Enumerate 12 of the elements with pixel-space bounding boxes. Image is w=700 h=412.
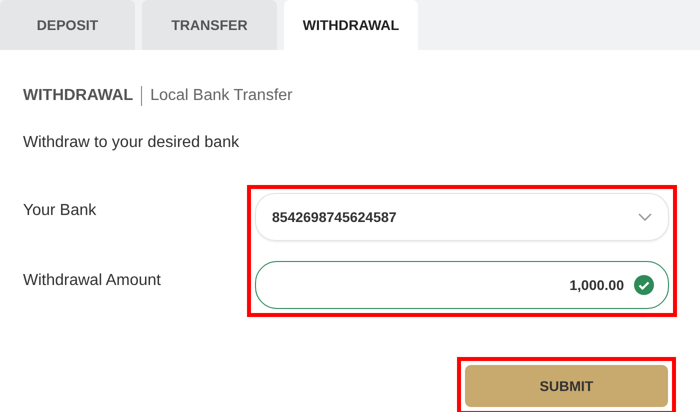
tab[interactable]: WITHDRAWAL — [284, 0, 418, 50]
section-subtitle: Local Bank Transfer — [150, 86, 292, 106]
amount-field[interactable]: 1,000.00 — [255, 261, 669, 309]
section-title: WITHDRAWAL — [23, 86, 134, 106]
instruction-text: Withdraw to your desired bank — [23, 133, 240, 153]
field-label: Your Bank — [23, 201, 96, 221]
field-label: Withdrawal Amount — [23, 271, 161, 291]
tab[interactable]: TRANSFER — [142, 0, 277, 50]
chevron-down-icon — [638, 213, 652, 221]
submit-button[interactable]: SUBMIT — [465, 365, 668, 407]
tab[interactable]: DEPOSIT — [0, 0, 135, 50]
bank-select[interactable]: 8542698745624587 — [255, 193, 669, 241]
